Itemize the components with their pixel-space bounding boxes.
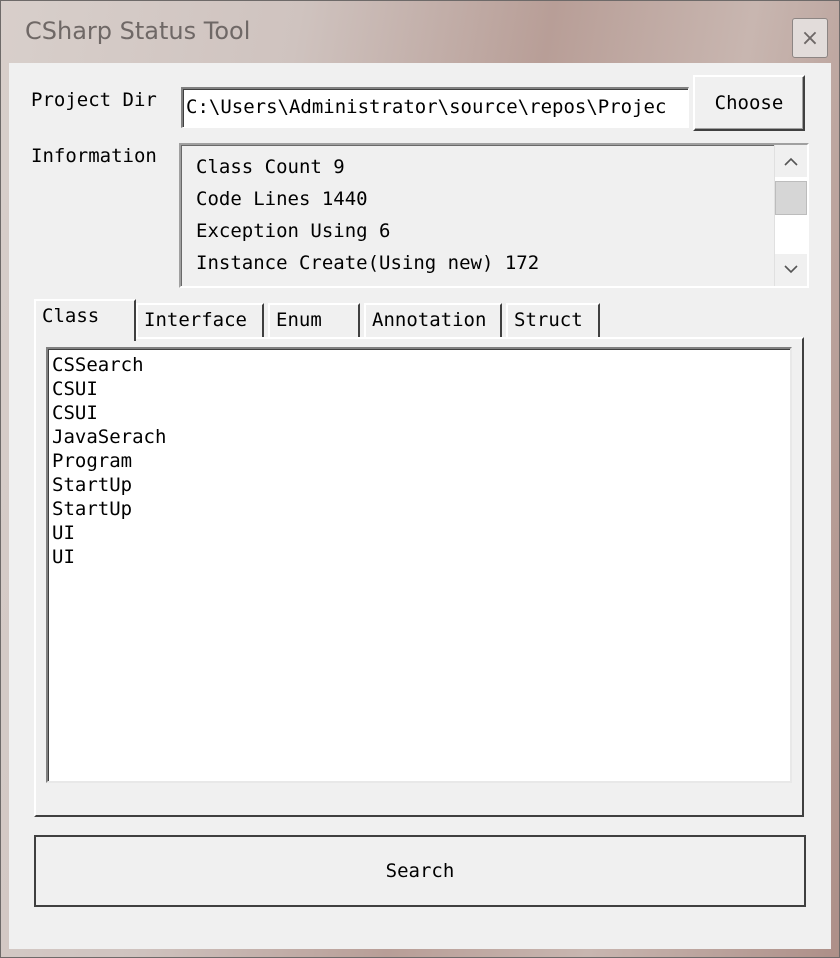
tab-class-label: Class	[42, 305, 100, 327]
choose-button[interactable]: Choose	[693, 75, 805, 131]
list-item[interactable]: CSUI	[52, 377, 790, 401]
tab-annotation[interactable]: Annotation	[364, 303, 502, 337]
info-line: Class Count 9	[196, 156, 345, 178]
class-listbox[interactable]: CSSearch CSUI CSUI JavaSerach Program St…	[46, 347, 792, 783]
scroll-down-button[interactable]	[775, 254, 807, 286]
tab-struct[interactable]: Struct	[506, 303, 600, 337]
list-item[interactable]: StartUp	[52, 473, 790, 497]
scroll-up-button[interactable]	[775, 145, 807, 177]
info-line: Exception Using 6	[196, 220, 391, 242]
tab-enum[interactable]: Enum	[268, 303, 360, 337]
project-dir-label: Project Dir	[31, 89, 157, 111]
tab-interface-label: Interface	[144, 309, 247, 331]
list-item[interactable]: Program	[52, 449, 790, 473]
list-item[interactable]: StartUp	[52, 497, 790, 521]
list-item[interactable]: CSUI	[52, 401, 790, 425]
close-button[interactable]: ×	[792, 18, 828, 58]
list-item[interactable]: UI	[52, 545, 790, 569]
app-window: CSharp Status Tool × Project Dir C:\User…	[0, 0, 840, 958]
chevron-down-icon	[784, 265, 798, 274]
search-button-label: Search	[385, 860, 455, 882]
information-textarea[interactable]: Class Count 9 Code Lines 1440 Exception …	[179, 143, 809, 288]
tab-class[interactable]: Class	[34, 299, 136, 341]
information-label: Information	[31, 145, 157, 167]
class-tab-panel: CSSearch CSUI CSUI JavaSerach Program St…	[34, 337, 804, 817]
information-scrollbar[interactable]	[774, 145, 807, 286]
scroll-thumb[interactable]	[775, 181, 807, 215]
chevron-up-icon	[784, 157, 798, 166]
client-area: Project Dir C:\Users\Administrator\sourc…	[9, 63, 831, 949]
tab-enum-label: Enum	[276, 309, 322, 331]
info-line: Instance Create(Using new) 172	[196, 252, 540, 274]
tab-annotation-label: Annotation	[372, 309, 487, 331]
list-item[interactable]: CSSearch	[52, 353, 790, 377]
window-title: CSharp Status Tool	[25, 17, 251, 45]
search-button[interactable]: Search	[34, 835, 806, 907]
close-icon: ×	[800, 25, 820, 51]
choose-button-label: Choose	[714, 92, 784, 114]
information-lines: Class Count 9 Code Lines 1440 Exception …	[196, 151, 539, 279]
project-dir-input[interactable]: C:\Users\Administrator\source\repos\Proj…	[181, 87, 689, 128]
list-item[interactable]: JavaSerach	[52, 425, 790, 449]
list-item[interactable]: UI	[52, 521, 790, 545]
title-bar[interactable]: CSharp Status Tool ×	[1, 1, 839, 63]
info-line: Code Lines 1440	[196, 188, 368, 210]
tab-struct-label: Struct	[514, 309, 583, 331]
tab-interface[interactable]: Interface	[136, 303, 264, 337]
